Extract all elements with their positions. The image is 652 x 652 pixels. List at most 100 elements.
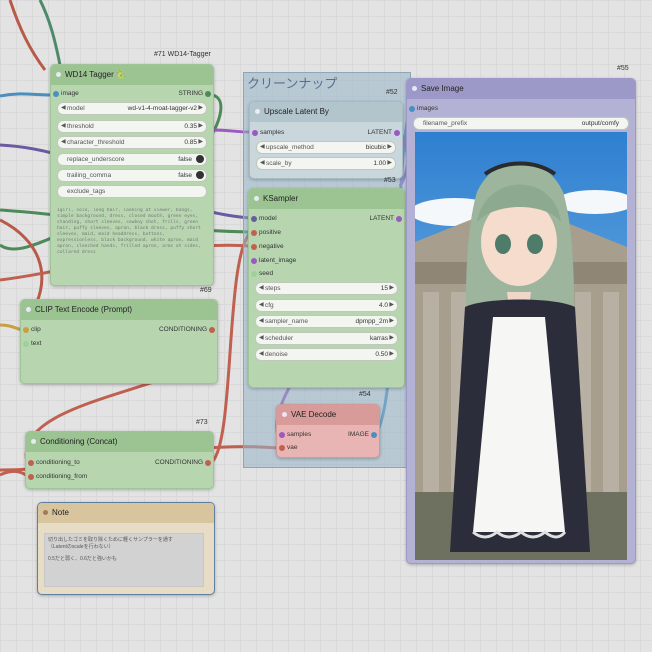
clip-text-encode-node[interactable]: CLIP Text Encode (Prompt) clip text COND… [20,299,218,384]
widget-label: cfg [265,302,274,309]
collapse-dot-icon[interactable] [56,72,61,77]
tagger-header[interactable]: WD14 Tagger 🐍 [51,65,213,85]
filename-prefix-field[interactable]: filename_prefix output/comfy [413,117,629,130]
upscale-header[interactable]: Upscale Latent By [250,102,402,122]
vae-node-id: #54 [359,391,371,398]
vae-output-image[interactable]: IMAGE [348,430,377,440]
collapse-dot-icon[interactable] [43,510,48,515]
exclude-tags-field[interactable]: exclude_tags [57,185,207,198]
concat-header[interactable]: Conditioning (Concat) [26,432,213,452]
save-image-node[interactable]: Save Image images filename_prefix output/… [406,78,636,564]
arrow-right-icon[interactable]: ▶ [198,103,203,114]
ksampler-node[interactable]: KSampler model LATENT positive negative … [248,188,405,388]
clip-node-id: #69 [200,287,212,294]
widget-value: output/comfy [581,120,619,127]
arrow-right-icon[interactable]: ▶ [389,316,394,327]
ksampler-output-latent[interactable]: LATENT [370,214,402,224]
arrow-right-icon[interactable]: ▶ [389,300,394,311]
concat-input-to[interactable]: conditioning_to [28,458,80,468]
vae-title: VAE Decode [291,410,337,419]
clip-input-text[interactable]: text [23,339,41,349]
arrow-left-icon[interactable]: ◀ [259,349,264,360]
note-line-1: 切り出したゴミを取り除くために軽くサンプラーを通す [48,537,173,543]
collapse-dot-icon[interactable] [254,196,259,201]
scheduler-select[interactable]: ◀ scheduler karras ▶ [255,332,398,345]
conditioning-concat-node[interactable]: Conditioning (Concat) conditioning_to co… [25,431,214,489]
tagger-input-image[interactable]: image [53,89,79,99]
collapse-dot-icon[interactable] [255,109,260,114]
output-label: IMAGE [348,431,369,438]
concat-title: Conditioning (Concat) [40,437,118,446]
model-select[interactable]: ◀ model wd-v1-4-moat-tagger-v2 ▶ [57,102,207,115]
note-header[interactable]: Note [38,503,214,523]
upscale-input-samples[interactable]: samples [252,128,284,138]
arrow-left-icon[interactable]: ◀ [260,158,265,169]
save-header[interactable]: Save Image [407,79,635,99]
clip-input-clip[interactable]: clip [23,325,41,335]
widget-value: 0.35 [184,123,197,130]
vae-input-samples[interactable]: samples [279,430,312,440]
input-label: positive [259,229,282,236]
input-label: conditioning_from [36,473,88,480]
input-label: image [61,90,79,97]
steps-field[interactable]: ◀ steps 15 ▶ [255,282,398,295]
vae-header[interactable]: VAE Decode [277,405,379,425]
ksampler-input-negative[interactable]: negative [251,242,284,252]
denoise-field[interactable]: ◀ denoise 0.50 ▶ [255,348,398,361]
input-label: images [417,105,438,112]
concat-input-from[interactable]: conditioning_from [28,472,88,482]
arrow-left-icon[interactable]: ◀ [259,333,264,344]
note-textarea[interactable]: 切り出したゴミを取り除くために軽くサンプラーを通す （Latentのscaleを… [44,533,204,587]
arrow-right-icon[interactable]: ▶ [389,333,394,344]
arrow-left-icon[interactable]: ◀ [259,300,264,311]
arrow-left-icon[interactable]: ◀ [61,121,66,132]
cfg-field[interactable]: ◀ cfg 4.0 ▶ [255,299,398,312]
note-title: Note [52,508,69,517]
tagger-output-string[interactable]: STRING [178,89,211,99]
tags-output-text[interactable]: 1girl, solo, long hair, looking at viewe… [57,208,207,282]
arrow-right-icon[interactable]: ▶ [198,121,203,132]
arrow-left-icon[interactable]: ◀ [260,142,265,153]
trailing-comma-toggle[interactable]: trailing_comma false [57,169,207,182]
vae-decode-node[interactable]: VAE Decode samples vae IMAGE [276,404,380,458]
threshold-field[interactable]: ◀ threshold 0.35 ▶ [57,120,207,133]
save-input-images[interactable]: images [409,104,438,114]
arrow-right-icon[interactable]: ▶ [387,158,392,169]
collapse-dot-icon[interactable] [412,86,417,91]
ksampler-header[interactable]: KSampler [249,189,404,209]
collapse-dot-icon[interactable] [282,412,287,417]
ksampler-input-positive[interactable]: positive [251,228,282,238]
arrow-right-icon[interactable]: ▶ [387,142,392,153]
toggle-knob-icon[interactable] [196,155,204,163]
concat-node-id: #73 [196,419,208,426]
note-node[interactable]: Note 切り出したゴミを取り除くために軽くサンプラーを通す （Latentのs… [37,502,215,595]
arrow-left-icon[interactable]: ◀ [259,316,264,327]
clip-header[interactable]: CLIP Text Encode (Prompt) [21,300,217,320]
collapse-dot-icon[interactable] [31,439,36,444]
vae-input-vae[interactable]: vae [279,443,297,453]
arrow-right-icon[interactable]: ▶ [389,283,394,294]
toggle-knob-icon[interactable] [196,171,204,179]
upscale-output-latent[interactable]: LATENT [368,128,400,138]
character-threshold-field[interactable]: ◀ character_threshold 0.85 ▶ [57,136,207,149]
replace-underscore-toggle[interactable]: replace_underscore false [57,153,207,166]
ksampler-input-latent[interactable]: latent_image [251,256,296,266]
concat-output-conditioning[interactable]: CONDITIONING [155,458,211,468]
output-image-preview[interactable] [415,132,627,560]
upscale-method-select[interactable]: ◀ upscale_method bicubic ▶ [256,141,396,154]
sampler-name-select[interactable]: ◀ sampler_name dpmpp_2m ▶ [255,315,398,328]
arrow-left-icon[interactable]: ◀ [259,283,264,294]
arrow-right-icon[interactable]: ▶ [389,349,394,360]
upscale-latent-node[interactable]: Upscale Latent By samples LATENT ◀ upscal… [249,101,403,179]
ksampler-input-seed[interactable]: seed [251,269,273,279]
collapse-dot-icon[interactable] [26,307,31,312]
input-label: samples [287,431,312,438]
arrow-left-icon[interactable]: ◀ [61,137,66,148]
ksampler-input-model[interactable]: model [251,214,277,224]
clip-output-conditioning[interactable]: CONDITIONING [159,325,215,335]
scale-by-field[interactable]: ◀ scale_by 1.00 ▶ [256,157,396,170]
widget-label: sampler_name [265,318,308,325]
arrow-left-icon[interactable]: ◀ [61,103,66,114]
arrow-right-icon[interactable]: ▶ [198,137,203,148]
wd14-tagger-node[interactable]: WD14 Tagger 🐍 image STRING ◀ model wd-v1-4… [50,64,214,286]
